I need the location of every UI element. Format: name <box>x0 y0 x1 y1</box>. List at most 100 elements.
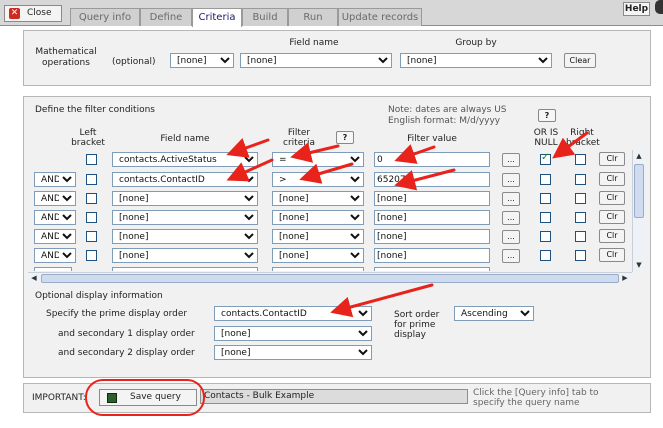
value-picker-button[interactable]: ... <box>502 173 520 187</box>
right-bracket-checkbox[interactable] <box>575 174 586 185</box>
filter-value-input[interactable] <box>374 191 490 206</box>
sort-label-1: Sort order <box>394 310 440 320</box>
filter-horizontal-scrollbar[interactable]: ◀ ▶ <box>28 272 632 284</box>
value-picker-button[interactable]: ... <box>502 211 520 225</box>
tab-define[interactable]: Define <box>140 8 192 26</box>
math-field-select[interactable]: [none] <box>240 53 392 68</box>
tab-criteria[interactable]: Criteria <box>192 8 242 27</box>
or-is-null-checkbox[interactable] <box>540 250 551 261</box>
sort-order-select[interactable]: Ascending <box>454 306 534 321</box>
secondary1-select[interactable]: [none] <box>214 326 372 341</box>
filter-value-input[interactable] <box>374 248 490 263</box>
or-is-null-checkbox[interactable] <box>540 193 551 204</box>
math-title-2: operations <box>42 58 90 68</box>
top-tab-bar: ✕ Close Query info Define Criteria Build… <box>0 0 663 27</box>
criteria-select[interactable]: [none] <box>272 229 364 244</box>
save-query-button[interactable]: Save query <box>99 389 197 406</box>
date-help-button[interactable]: ? <box>538 109 556 122</box>
or-is-null-checkbox[interactable] <box>540 152 551 165</box>
disk-icon <box>107 393 117 403</box>
clear-row-button[interactable]: Clr <box>599 152 625 166</box>
prime-order-select[interactable]: contacts.ContactID <box>214 306 372 321</box>
math-optional-label: (optional) <box>112 57 156 67</box>
query-name-field: Contacts - Bulk Example <box>200 389 468 404</box>
or-is-null-checkbox[interactable] <box>540 212 551 223</box>
criteria-select[interactable]: [none] <box>272 191 364 206</box>
hscroll-thumb[interactable] <box>41 274 619 283</box>
field-select[interactable]: [none] <box>112 229 258 244</box>
filter-value-input[interactable] <box>374 172 490 187</box>
left-bracket-checkbox[interactable] <box>86 231 97 242</box>
left-bracket-checkbox[interactable] <box>86 193 97 204</box>
clear-row-button[interactable]: Clr <box>599 210 625 224</box>
join-select[interactable]: AND <box>34 210 76 225</box>
close-button[interactable]: ✕ Close <box>4 5 62 22</box>
tab-build[interactable]: Build <box>242 8 288 26</box>
filter-criteria-header-1: Filter <box>287 128 311 138</box>
query-info-hint-2: specify the query name <box>473 398 580 408</box>
clear-row-button[interactable]: Clr <box>599 172 625 186</box>
field-select[interactable]: [none] <box>112 248 258 263</box>
value-picker-button[interactable]: ... <box>502 230 520 244</box>
tab-query-info[interactable]: Query info <box>70 8 140 26</box>
value-picker-button[interactable]: ... <box>502 192 520 206</box>
close-icon: ✕ <box>9 8 20 19</box>
field-select[interactable]: [none] <box>112 210 258 225</box>
scroll-down-icon[interactable]: ▼ <box>634 260 644 270</box>
math-operation-select[interactable]: [none] <box>170 53 234 68</box>
clear-row-button[interactable]: Clr <box>599 191 625 205</box>
clear-row-button[interactable]: Clr <box>599 229 625 243</box>
left-bracket-checkbox[interactable] <box>86 212 97 223</box>
or-is-null-checkbox[interactable] <box>540 174 551 185</box>
scroll-right-icon[interactable]: ▶ <box>620 273 630 283</box>
right-bracket-header-2: bracket <box>566 138 600 148</box>
or-is-null-header-2: NULL <box>534 138 558 148</box>
criteria-select[interactable]: [none] <box>272 210 364 225</box>
field-name-header: Field name <box>160 134 210 144</box>
right-bracket-checkbox[interactable] <box>575 231 586 242</box>
criteria-help-button[interactable]: ? <box>336 131 354 144</box>
secondary1-label: and secondary 1 display order <box>58 329 195 339</box>
scroll-up-icon[interactable]: ▲ <box>634 151 644 161</box>
secondary2-select[interactable]: [none] <box>214 345 372 360</box>
criteria-select[interactable]: [none] <box>272 248 364 263</box>
math-group-select[interactable]: [none] <box>400 53 552 68</box>
right-bracket-checkbox[interactable] <box>575 154 586 165</box>
field-select[interactable]: contacts.ActiveStatus <box>112 152 258 167</box>
date-note-2: English format: M/d/yyyy <box>388 116 501 126</box>
clear-button[interactable]: Clear <box>564 53 596 68</box>
right-bracket-checkbox[interactable] <box>575 250 586 261</box>
important-label: IMPORTANT: <box>32 393 86 403</box>
filter-value-input[interactable] <box>374 210 490 225</box>
criteria-select[interactable]: > <box>272 172 364 187</box>
value-picker-button[interactable]: ... <box>502 153 520 167</box>
join-select[interactable]: AND <box>34 229 76 244</box>
scroll-left-icon[interactable]: ◀ <box>29 273 39 283</box>
join-select[interactable]: AND <box>34 191 76 206</box>
tab-update-records[interactable]: Update records <box>338 8 422 26</box>
field-select[interactable]: contacts.ContactID <box>112 172 258 187</box>
sort-label-2: for prime <box>394 320 436 330</box>
secondary2-label: and secondary 2 display order <box>58 348 195 358</box>
join-select[interactable]: AND <box>34 248 76 263</box>
tab-run[interactable]: Run <box>288 8 338 26</box>
help-button[interactable]: Help <box>623 2 650 16</box>
left-bracket-header-2: bracket <box>71 138 105 148</box>
right-bracket-checkbox[interactable] <box>575 212 586 223</box>
filter-vertical-scrollbar[interactable]: ▲ ▼ <box>632 150 645 272</box>
field-select[interactable]: [none] <box>112 191 258 206</box>
or-is-null-checkbox[interactable] <box>540 231 551 242</box>
scroll-thumb[interactable] <box>634 164 644 218</box>
clear-row-button[interactable]: Clr <box>599 248 625 262</box>
criteria-select[interactable]: = <box>272 152 364 167</box>
math-group-by-header: Group by <box>455 38 497 48</box>
filter-value-input[interactable] <box>374 152 490 167</box>
left-bracket-checkbox[interactable] <box>86 174 97 185</box>
filter-title: Define the filter conditions <box>35 105 155 115</box>
filter-value-input[interactable] <box>374 229 490 244</box>
join-select[interactable]: AND <box>34 172 76 187</box>
value-picker-button[interactable]: ... <box>502 249 520 263</box>
left-bracket-checkbox[interactable] <box>86 250 97 261</box>
left-bracket-checkbox[interactable] <box>86 154 97 165</box>
right-bracket-checkbox[interactable] <box>575 193 586 204</box>
